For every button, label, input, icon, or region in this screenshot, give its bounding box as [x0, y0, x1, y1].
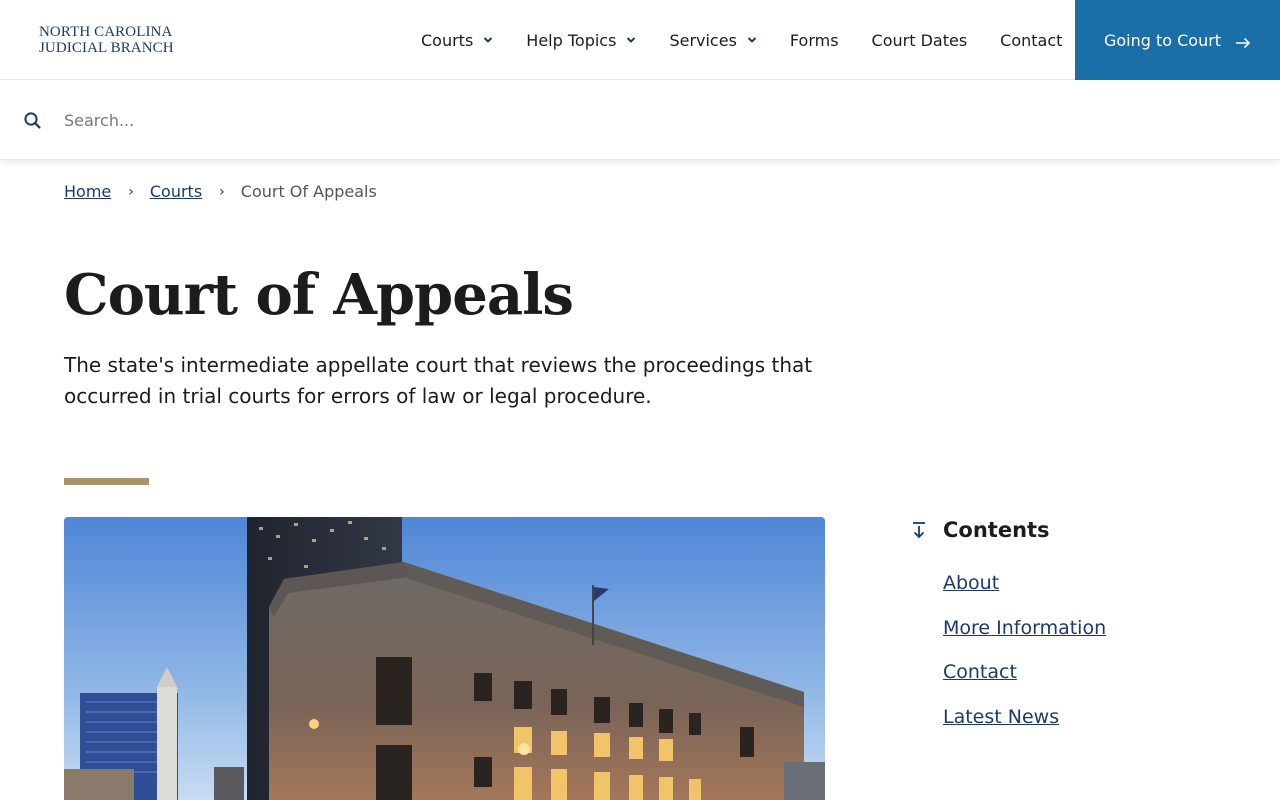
contents-link-contact[interactable]: Contact	[943, 661, 1017, 683]
main-nav: Courts Help Topics Services Forms Court …	[421, 0, 1095, 80]
chevron-right-icon: ›	[128, 183, 134, 200]
contents-link-more-information[interactable]: More Information	[943, 617, 1106, 639]
going-to-court-label: Going to Court	[1103, 30, 1222, 50]
contents-link-latest-news[interactable]: Latest News	[943, 706, 1059, 728]
contents-panel: Contents About More Information Contact …	[910, 516, 1240, 750]
nav-item-label: Forms	[789, 30, 839, 50]
nav-item-label: Courts	[421, 30, 474, 50]
chevron-down-icon	[626, 35, 636, 45]
list-item: More Information	[943, 617, 1240, 662]
nav-item-court-dates[interactable]: Court Dates	[872, 31, 968, 50]
contents-list: About More Information Contact Latest Ne…	[943, 572, 1240, 750]
breadcrumb-home-link[interactable]: Home	[64, 182, 111, 201]
nav-item-label: Court Dates	[871, 30, 968, 50]
nav-item-courts[interactable]: Courts	[421, 31, 493, 50]
nav-item-label: Help Topics	[526, 30, 617, 50]
breadcrumb: Home › Courts › Court Of Appeals	[64, 182, 377, 201]
page-title: Court of Appeals	[64, 262, 574, 328]
courthouse-hero-image	[64, 517, 825, 800]
site-logo[interactable]: NORTH CAROLINA JUDICIAL BRANCH	[39, 24, 174, 56]
nav-item-label: Services	[669, 30, 737, 50]
contents-header: Contents	[910, 516, 1240, 544]
search-input[interactable]	[64, 102, 1254, 138]
breadcrumb-current: Court Of Appeals	[240, 182, 377, 201]
nav-item-contact[interactable]: Contact	[1000, 31, 1062, 50]
breadcrumb-courts-link[interactable]: Courts	[150, 182, 202, 201]
contents-title: Contents	[943, 518, 1050, 542]
nav-item-services[interactable]: Services	[669, 30, 757, 50]
list-item: About	[943, 572, 1240, 617]
chevron-down-icon	[747, 35, 757, 45]
going-to-court-button[interactable]: Going to Court	[1075, 0, 1280, 80]
arrow-right-icon	[1235, 34, 1251, 49]
logo-line-2: JUDICIAL BRANCH	[39, 40, 174, 56]
arrow-down-to-line-icon	[910, 521, 928, 539]
list-item: Latest News	[943, 706, 1240, 751]
nav-item-help-topics[interactable]: Help Topics	[526, 31, 636, 50]
contents-link-about[interactable]: About	[943, 572, 999, 594]
search-icon[interactable]	[24, 112, 41, 129]
nav-item-label: Contact	[1000, 30, 1063, 50]
page-lead: The state's intermediate appellate court…	[64, 353, 813, 408]
logo-line-1: NORTH CAROLINA	[39, 24, 173, 40]
search-bar	[0, 80, 1280, 160]
chevron-down-icon	[483, 35, 493, 45]
nav-item-forms[interactable]: Forms	[790, 31, 839, 50]
list-item: Contact	[943, 661, 1240, 706]
site-header: NORTH CAROLINA JUDICIAL BRANCH Courts He…	[0, 0, 1280, 80]
accent-divider	[64, 478, 149, 485]
chevron-right-icon: ›	[219, 183, 225, 200]
